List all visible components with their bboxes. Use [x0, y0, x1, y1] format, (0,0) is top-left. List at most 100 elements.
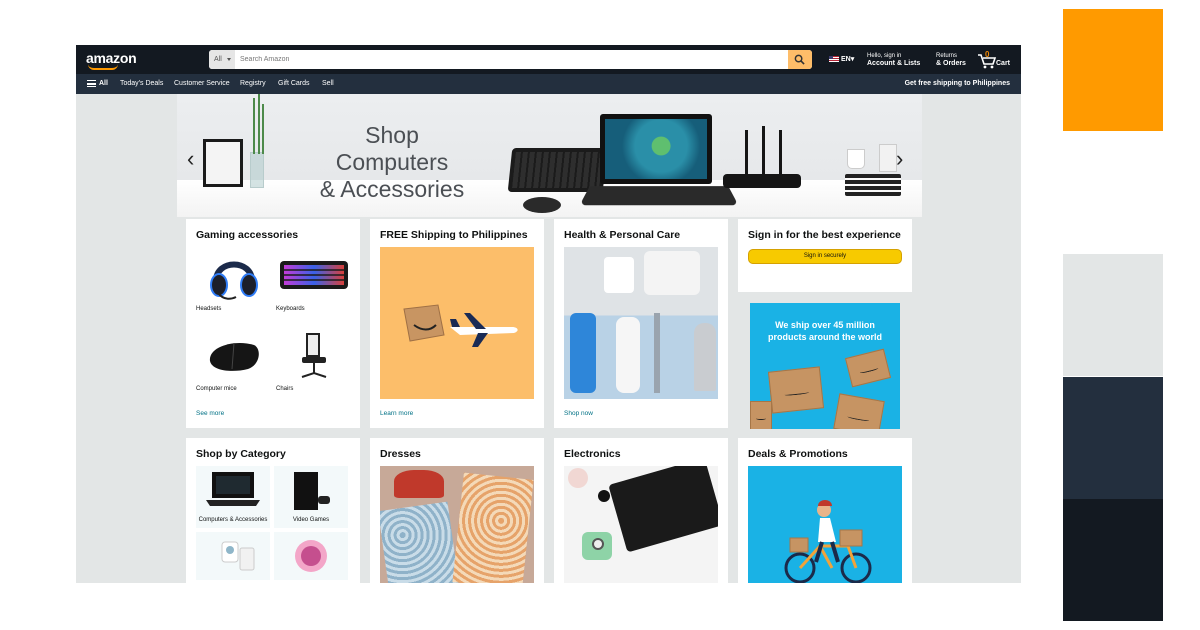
laptop-keyboard-deck: [579, 186, 739, 206]
cart-button[interactable]: 0 Cart: [977, 50, 1010, 71]
health-personal-care-card: Health & Personal Care Shop now: [554, 219, 728, 428]
box-and-plane-icon: [403, 304, 518, 347]
shop-by-category-card: Shop by Category Computers & Accessories…: [186, 438, 360, 583]
books-image: [845, 174, 901, 196]
shop-now-link[interactable]: Shop now: [564, 410, 593, 417]
hero-banner[interactable]: Shop Computers & Accessories ‹ ›: [177, 94, 922, 217]
search-input[interactable]: [235, 50, 788, 69]
white-bottle: [616, 317, 640, 393]
orders-label: & Orders: [936, 60, 966, 67]
us-flag-icon: [829, 56, 839, 62]
baby-monitor-tile[interactable]: [196, 532, 270, 580]
canvas: amazon All EN▾ Hello, sig: [0, 0, 1200, 630]
baby-monitor-image: [221, 541, 255, 571]
gaming-accessories-card: Gaming accessories Headsets Keyboards Co…: [186, 219, 360, 428]
computer-mice-tile[interactable]: Computer mice: [196, 327, 271, 395]
search-department-label: All: [214, 56, 222, 63]
language-selector[interactable]: EN▾: [829, 55, 854, 63]
headset-image: [196, 247, 271, 303]
card-title: Health & Personal Care: [564, 229, 681, 241]
dresses-card: Dresses: [370, 438, 544, 583]
swatch-light-gray: [1063, 254, 1163, 376]
plant-stem: [262, 104, 264, 154]
swatch-dark-navy: [1063, 499, 1163, 621]
nav-sell[interactable]: Sell: [322, 80, 334, 87]
tile-label: Headsets: [196, 306, 222, 312]
amazon-smile-icon: [88, 64, 118, 70]
headsets-tile[interactable]: Headsets: [196, 247, 271, 315]
swatch-navy: [1063, 377, 1163, 499]
hero-title-line-1: Shop Computers: [335, 122, 449, 175]
photo-frame-image: [203, 139, 243, 187]
card-title: Gaming accessories: [196, 229, 299, 241]
computers-accessories-tile[interactable]: Computers & Accessories: [196, 466, 270, 528]
pencil-holder-image: [879, 144, 897, 172]
card-title: Sign in for the best experience: [748, 229, 901, 241]
toys-tile[interactable]: [274, 532, 348, 580]
learn-more-link[interactable]: Learn more: [380, 410, 413, 417]
top-navbar: amazon All EN▾ Hello, sig: [76, 45, 1021, 74]
nav-registry[interactable]: Registry: [240, 80, 266, 87]
blue-floral-dress: [380, 501, 460, 583]
free-shipping-note[interactable]: Get free shipping to Philippines: [905, 80, 1010, 87]
all-menu-button[interactable]: All: [99, 80, 108, 87]
returns-orders-link[interactable]: Returns & Orders: [936, 52, 966, 68]
nav-customer-service[interactable]: Customer Service: [174, 80, 230, 87]
electronics-image[interactable]: [564, 466, 718, 583]
tile-label: Computers & Accessories: [198, 517, 268, 523]
package-box-icon: [750, 401, 772, 429]
search-button[interactable]: [788, 50, 812, 69]
computer-mouse-image: [196, 327, 271, 383]
keyboards-tile[interactable]: Keyboards: [276, 247, 351, 315]
worldwide-shipping-promo[interactable]: We ship over 45 million products around …: [750, 303, 900, 429]
chairs-tile[interactable]: Chairs: [276, 327, 351, 395]
card-title: Electronics: [564, 448, 621, 460]
caret-down-icon: [227, 58, 231, 61]
tile-label: Keyboards: [276, 306, 305, 312]
electronics-card: Electronics: [554, 438, 728, 583]
router-antenna: [745, 130, 748, 176]
nav-todays-deals[interactable]: Today's Deals: [120, 80, 163, 87]
delivery-cyclist-icon: [784, 500, 872, 583]
health-products-image[interactable]: [564, 247, 718, 399]
blue-bottle: [570, 313, 596, 393]
plant-stem: [258, 94, 260, 154]
deals-illustration[interactable]: [748, 466, 902, 583]
hamburger-menu-icon[interactable]: [87, 80, 96, 87]
carousel-next-arrow-icon[interactable]: ›: [896, 146, 903, 172]
account-menu[interactable]: Hello, sign in Account & Lists: [867, 52, 920, 68]
package-box-icon: [833, 393, 885, 429]
account-greeting: Hello, sign in: [867, 53, 902, 59]
laptop-keyboard: [608, 466, 718, 553]
video-games-tile[interactable]: Video Games: [274, 466, 348, 528]
search-department-select[interactable]: All: [209, 50, 235, 69]
dresses-image[interactable]: [380, 466, 534, 583]
laptop-image: [600, 114, 712, 184]
tile-label: Computer mice: [196, 386, 237, 392]
see-more-link[interactable]: See more: [196, 410, 224, 417]
amazon-homepage-screenshot: amazon All EN▾ Hello, sig: [76, 45, 1021, 583]
search-icon: [794, 54, 805, 65]
nav-gift-cards[interactable]: Gift Cards: [278, 80, 310, 87]
carousel-prev-arrow-icon[interactable]: ‹: [187, 146, 194, 172]
gaming-chair-image: [276, 327, 351, 383]
cream-tube: [644, 251, 700, 295]
tile-label: Video Games: [292, 517, 330, 523]
returns-label: Returns: [936, 53, 958, 59]
tile-label: Chairs: [276, 386, 294, 392]
account-label: Account & Lists: [867, 60, 921, 67]
mouse-image: [523, 197, 561, 213]
deals-promotions-card: Deals & Promotions: [738, 438, 912, 583]
plant-stem: [253, 98, 255, 154]
shipping-illustration[interactable]: [380, 247, 534, 399]
hero-title-line-2: & Accessories: [319, 176, 465, 202]
lol-doll-ball-image: [295, 540, 327, 572]
sign-in-card: Sign in for the best experience Sign in …: [738, 219, 912, 292]
language-label: EN: [841, 56, 851, 63]
camera-lens: [592, 538, 604, 550]
vase-image: [250, 152, 264, 188]
sign-in-securely-button[interactable]: Sign in securely: [748, 249, 902, 264]
sub-navbar: All Today's Deals Customer Service Regis…: [76, 74, 1021, 94]
cup-image: [847, 149, 865, 169]
card-title: Dresses: [380, 448, 421, 460]
